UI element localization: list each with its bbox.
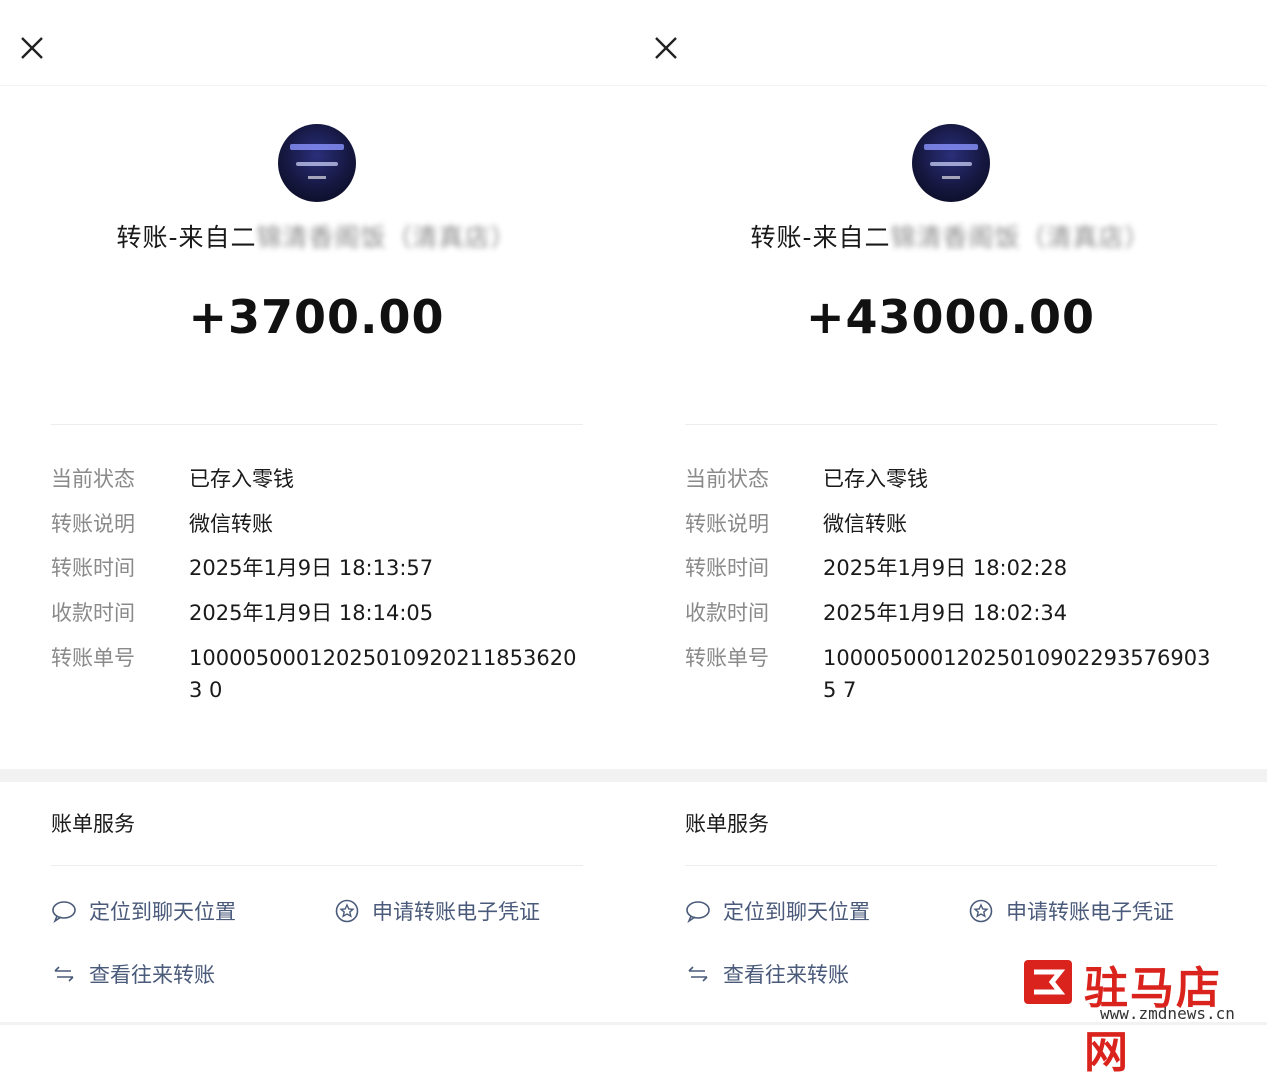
detail-label: 当前状态 [51,467,135,491]
receipt-panel-right: 转账-来自二锦清香阁饭（清真店） +43000.00 当前状态 已存入零钱 转账… [634,0,1267,1025]
detail-label: 转账时间 [685,556,769,580]
detail-label: 转账说明 [685,512,769,536]
close-icon[interactable] [652,34,680,62]
detail-value: 已存入零钱 [823,467,928,491]
amount-divider [51,424,583,425]
detail-value: 2025年1月9日 18:14:05 [189,601,434,625]
detail-value: 微信转账 [823,512,907,536]
apply-voucher-label: 申请转账电子凭证 [372,900,540,924]
header-divider [634,85,1267,86]
watermark-url: www.zmdnews.cn [1100,1004,1235,1023]
amount-divider [685,424,1217,425]
detail-label: 转账单号 [51,646,135,670]
locate-chat-label: 定位到聊天位置 [89,900,236,924]
services-divider [51,865,583,866]
avatar[interactable] [278,124,356,202]
detail-label: 转账时间 [51,556,135,580]
detail-label: 当前状态 [685,467,769,491]
view-history-label: 查看往来转账 [723,963,849,987]
locate-chat-link[interactable]: 定位到聊天位置 [685,896,870,926]
detail-value[interactable]: 100005000120250109022935769035 7 [823,642,1218,706]
transfer-amount: +43000.00 [805,290,1096,344]
star-badge-icon [969,899,993,923]
avatar[interactable] [912,124,990,202]
sender-name-visible: 转账-来自二 [116,223,257,252]
detail-value[interactable]: 100005000120250109202118536203 0 [189,642,584,706]
chat-bubble-icon [686,901,710,923]
transfer-arrows-icon [54,966,74,982]
watermark-logo-icon [1024,960,1072,1004]
star-badge-icon [335,899,359,923]
sender-name-blurred: 锦清香阁饭（清真店） [256,223,517,252]
header-divider [0,85,633,86]
sender-name: 转账-来自二锦清香阁饭（清真店） [634,218,1267,254]
watermark: 驻马店网 www.zmdnews.cn [1018,952,1267,1078]
sender-name-visible: 转账-来自二 [750,223,891,252]
locate-chat-link[interactable]: 定位到聊天位置 [51,896,236,926]
transfer-amount: +3700.00 [188,290,445,344]
view-history-link[interactable]: 查看往来转账 [685,959,849,989]
detail-value: 2025年1月9日 18:02:28 [823,556,1068,580]
section-gap-band [0,769,1267,782]
chat-bubble-icon [52,901,76,923]
view-history-label: 查看往来转账 [89,963,215,987]
apply-voucher-link[interactable]: 申请转账电子凭证 [334,896,540,926]
apply-voucher-label: 申请转账电子凭证 [1006,900,1174,924]
sender-name: 转账-来自二锦清香阁饭（清真店） [0,218,633,254]
sender-name-blurred: 锦清香阁饭（清真店） [890,223,1151,252]
detail-value: 2025年1月9日 18:02:34 [823,601,1068,625]
detail-value: 微信转账 [189,512,273,536]
apply-voucher-link[interactable]: 申请转账电子凭证 [968,896,1174,926]
bill-services-title: 账单服务 [51,812,135,836]
transfer-arrows-icon [688,966,708,982]
locate-chat-label: 定位到聊天位置 [723,900,870,924]
detail-label: 收款时间 [51,601,135,625]
close-icon[interactable] [18,34,46,62]
detail-label: 转账单号 [685,646,769,670]
detail-label: 收款时间 [685,601,769,625]
receipt-panel-left: 转账-来自二锦清香阁饭（清真店） +3700.00 当前状态 已存入零钱 转账说… [0,0,633,1025]
detail-value: 已存入零钱 [189,467,294,491]
detail-label: 转账说明 [51,512,135,536]
detail-value: 2025年1月9日 18:13:57 [189,556,434,580]
bill-services-title: 账单服务 [685,812,769,836]
view-history-link[interactable]: 查看往来转账 [51,959,215,989]
services-divider [685,865,1217,866]
